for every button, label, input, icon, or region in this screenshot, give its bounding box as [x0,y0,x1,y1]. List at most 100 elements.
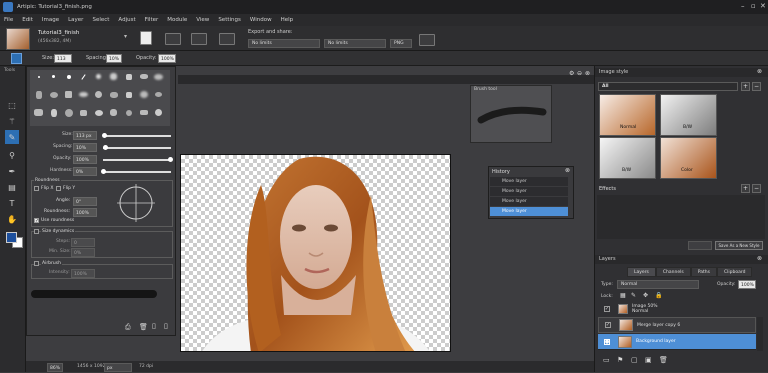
brush-preset-icon[interactable] [11,53,22,64]
menu-adjust[interactable]: Adjust [118,17,135,23]
brush-tip[interactable] [106,107,121,118]
export-format-select[interactable]: PNG [390,39,412,48]
brush-tip[interactable] [91,107,106,118]
save-brush-icon[interactable]: ⎙ [125,323,131,332]
unit-select[interactable]: px [104,363,132,372]
blend-type-select[interactable]: Normal [617,280,699,289]
export-limit-select-1[interactable]: No limits [248,39,320,48]
menu-view[interactable]: View [196,17,209,23]
panel-spacing-input[interactable]: 10% [73,143,97,152]
canvas-settings-icon[interactable]: ⚙ [569,70,574,77]
brush-tip[interactable] [76,71,91,82]
maximize-button[interactable]: ▫ [751,2,756,10]
close-button[interactable]: ✕ [760,2,766,10]
layer-row-selected[interactable]: ● Background layer [598,334,756,350]
menu-filter[interactable]: Filter [145,17,159,23]
brush-tip[interactable] [151,107,166,118]
text-tool-icon[interactable]: T [5,196,19,210]
menu-select[interactable]: Select [92,17,109,23]
intensity-input[interactable]: 100% [71,269,95,278]
brush-tip[interactable] [136,89,151,100]
tab-clipboard[interactable]: Clipboard [716,267,753,277]
brush-tip[interactable] [31,89,46,100]
menu-settings[interactable]: Settings [218,17,241,23]
menu-file[interactable]: File [4,17,13,23]
layer-row[interactable]: ✓ Image 50% Normal [598,301,756,317]
flip-x-checkbox[interactable] [34,186,39,191]
layer-opacity-input[interactable]: 100% [738,280,756,289]
size-slider[interactable] [103,135,171,137]
brush-tip[interactable] [121,107,136,118]
brush-tip[interactable] [61,71,76,82]
history-item[interactable]: Move layer [490,187,568,196]
menu-edit[interactable]: Edit [22,17,33,23]
hardness-slider-knob[interactable] [101,169,106,174]
print-icon[interactable] [191,33,207,45]
minimize-button[interactable]: – [741,2,745,10]
document-thumbnail[interactable] [6,28,30,50]
save-as-new-style-button[interactable]: Save As a New Style [715,241,763,250]
brush-tip[interactable] [46,107,61,118]
open-folder-icon[interactable] [165,33,181,45]
brush-tip[interactable] [46,71,61,82]
roundness-dial[interactable] [117,184,155,222]
style-thumb-normal[interactable]: Normal [599,94,656,136]
tab-layers[interactable]: Layers [627,267,656,277]
lock-position-icon[interactable]: ✥ [643,292,648,299]
layers-close-icon[interactable]: ⊗ [757,255,762,262]
steps-input[interactable]: 0 [71,238,95,247]
brush-tip[interactable] [61,107,76,118]
hand-icon[interactable]: ✋ [5,212,19,226]
lock-all-icon[interactable]: 🔒 [655,292,662,299]
add-style-button[interactable]: + [741,82,750,91]
menu-help[interactable]: Help [281,17,294,23]
image-style-close-icon[interactable]: ⊗ [757,68,762,75]
layers-scrollbar[interactable] [757,317,763,351]
brush-tool-icon[interactable]: ✎ [5,130,19,144]
brush-tip[interactable] [61,89,76,100]
style-thumb-bw-2[interactable]: B/W [599,137,656,179]
brush-tip[interactable] [121,71,136,82]
opacity-input[interactable]: 100% [158,54,176,63]
stamp-icon[interactable]: ⚲ [5,148,19,162]
brush-tip[interactable] [76,107,91,118]
add-effect-button[interactable]: + [741,184,750,193]
brush-tip[interactable] [46,89,61,100]
foreground-color-swatch[interactable] [6,232,17,243]
gradient-icon[interactable]: ▤ [5,180,19,194]
size-dynamics-checkbox[interactable] [34,229,39,234]
layer-flag-icon[interactable]: ⚑ [617,356,623,364]
spacing-input[interactable]: 10% [106,54,122,63]
style-option-button[interactable] [688,241,712,250]
new-brush-icon[interactable]: ▯ [152,322,156,330]
brush-tip[interactable] [91,71,106,82]
flip-y-checkbox[interactable] [56,186,61,191]
panel-size-input[interactable]: 113 px [73,131,97,140]
brush-tip[interactable] [106,71,121,82]
layer-visibility-checkbox[interactable]: ✓ [605,322,611,328]
brush-tip[interactable] [151,71,166,82]
menu-layer[interactable]: Layer [68,17,83,23]
min-size-input[interactable]: 0% [71,248,95,257]
style-thumb-bw[interactable]: B/W [660,94,717,136]
remove-style-button[interactable]: − [752,82,761,91]
canvas-minimize-icon[interactable]: ⊖ [577,70,582,77]
airbrush-checkbox[interactable] [34,261,39,266]
style-thumb-color[interactable]: Color [660,137,717,179]
delete-brush-icon[interactable]: 🗑 [139,323,148,331]
spacing-slider-knob[interactable] [103,145,108,150]
size-slider-knob[interactable] [102,133,107,138]
brush-tip[interactable] [76,89,91,100]
brush-tip[interactable] [136,107,151,118]
brush-tip[interactable] [31,71,46,82]
menu-image[interactable]: Image [42,17,59,23]
remove-effect-button[interactable]: − [752,184,761,193]
history-item-selected[interactable]: Move layer [490,207,568,216]
brush-menu-icon[interactable]: ▯ [164,322,168,330]
layer-visibility-checkbox[interactable]: ✓ [604,306,610,312]
history-item[interactable]: Move layer [490,177,568,186]
canvas-close-icon[interactable]: ⊗ [585,70,590,77]
new-layer-icon[interactable]: ▭ [603,356,610,364]
tab-paths[interactable]: Paths [690,267,717,277]
hardness-slider[interactable] [103,171,171,173]
